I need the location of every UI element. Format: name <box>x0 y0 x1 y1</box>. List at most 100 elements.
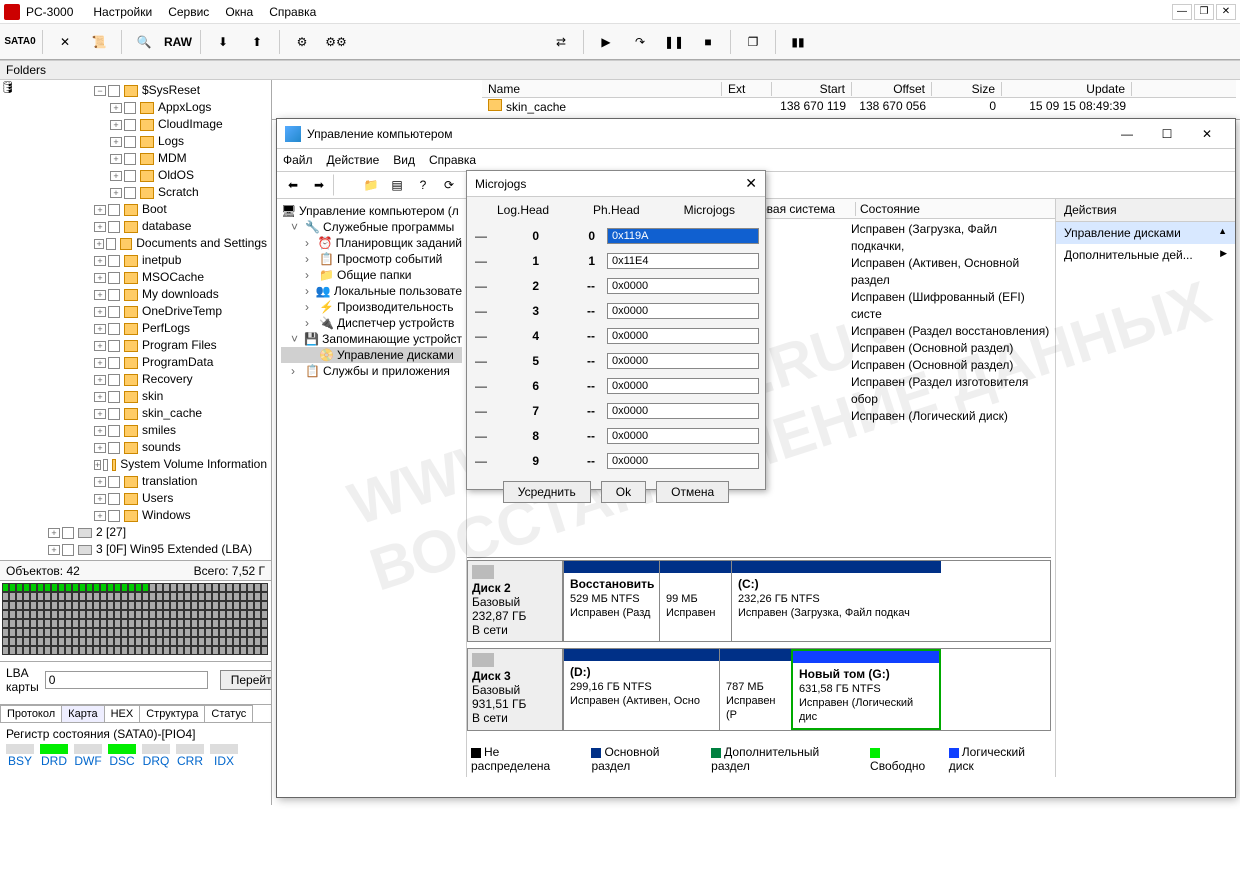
cm-menu-file[interactable]: Файл <box>283 153 313 167</box>
sector-cell[interactable] <box>156 628 163 637</box>
sector-cell[interactable] <box>44 610 51 619</box>
sector-cell[interactable] <box>205 592 212 601</box>
sector-cell[interactable] <box>16 637 23 646</box>
sector-cell[interactable] <box>198 619 205 628</box>
sector-cell[interactable] <box>93 646 100 655</box>
sector-cell[interactable] <box>23 619 30 628</box>
file-row[interactable]: skin_cache 138 670 119 138 670 056 0 15 … <box>482 98 1236 114</box>
sector-cell[interactable] <box>184 628 191 637</box>
microjog-input[interactable] <box>607 403 759 419</box>
expand-icon[interactable]: − <box>94 86 106 96</box>
sector-cell[interactable] <box>261 583 268 592</box>
sector-cell[interactable] <box>16 646 23 655</box>
sector-cell[interactable] <box>86 592 93 601</box>
sector-cell[interactable] <box>261 646 268 655</box>
tab-structure[interactable]: Структура <box>139 705 205 722</box>
microjog-input[interactable] <box>607 278 759 294</box>
cm-title-bar[interactable]: Управление компьютером — ☐ ✕ <box>277 119 1235 149</box>
tab-hex[interactable]: HEX <box>104 705 141 722</box>
tab-map[interactable]: Карта <box>61 705 104 722</box>
sector-cell[interactable] <box>240 583 247 592</box>
sector-cell[interactable] <box>128 583 135 592</box>
sector-cell[interactable] <box>233 583 240 592</box>
sector-cell[interactable] <box>128 601 135 610</box>
cm-menu-view[interactable]: Вид <box>393 153 415 167</box>
sector-cell[interactable] <box>65 619 72 628</box>
volume-state[interactable]: Исправен (Логический диск) <box>851 408 1051 425</box>
sector-cell[interactable] <box>205 601 212 610</box>
sector-cell[interactable] <box>163 637 170 646</box>
microjog-input[interactable] <box>607 428 759 444</box>
sector-cell[interactable] <box>212 610 219 619</box>
sector-cell[interactable] <box>9 619 16 628</box>
volume-state[interactable]: Исправен (Шифрованный (EFI) систе <box>851 289 1051 323</box>
partition[interactable]: Новый том (G:)631,58 ГБ NTFSИсправен (Ло… <box>791 649 941 730</box>
expand-icon[interactable]: + <box>94 375 106 385</box>
sector-cell[interactable] <box>2 583 9 592</box>
sector-cell[interactable] <box>212 619 219 628</box>
sector-cell[interactable] <box>254 619 261 628</box>
sector-cell[interactable] <box>163 628 170 637</box>
expand-icon[interactable]: + <box>94 443 106 453</box>
folder-item[interactable]: Program Files <box>142 337 217 354</box>
disk-item[interactable]: 2 [27] <box>96 524 126 541</box>
menu-help[interactable]: Справка <box>261 5 324 19</box>
sector-cell[interactable] <box>100 619 107 628</box>
folder-item[interactable]: skin_cache <box>142 405 202 422</box>
sector-cell[interactable] <box>212 628 219 637</box>
sector-cell[interactable] <box>240 601 247 610</box>
cm-tree-item[interactable]: Просмотр событий <box>337 252 442 266</box>
sector-cell[interactable] <box>79 646 86 655</box>
sector-cell[interactable] <box>100 637 107 646</box>
sector-cell[interactable] <box>72 619 79 628</box>
sector-cell[interactable] <box>212 583 219 592</box>
disk-label[interactable]: Диск 2Базовый232,87 ГБВ сети <box>467 560 563 642</box>
sector-cell[interactable] <box>121 637 128 646</box>
folder-tb-icon[interactable]: 📁 <box>359 174 383 196</box>
sector-cell[interactable] <box>135 601 142 610</box>
sector-cell[interactable] <box>2 628 9 637</box>
sector-cell[interactable] <box>79 637 86 646</box>
sector-cell[interactable] <box>72 583 79 592</box>
sector-cell[interactable] <box>65 583 72 592</box>
sector-cell[interactable] <box>93 601 100 610</box>
sector-cell[interactable] <box>240 592 247 601</box>
sector-cell[interactable] <box>44 628 51 637</box>
stop-icon[interactable]: ■ <box>692 28 724 56</box>
folder-item[interactable]: Boot <box>142 201 167 218</box>
sata-indicator[interactable]: SATA0 <box>4 28 36 56</box>
expand-icon[interactable]: + <box>94 256 106 266</box>
sector-cell[interactable] <box>135 646 142 655</box>
microjog-input[interactable] <box>607 303 759 319</box>
sector-cell[interactable] <box>142 619 149 628</box>
folder-item[interactable]: database <box>142 218 191 235</box>
cm-minimize[interactable]: — <box>1107 120 1147 148</box>
sector-cell[interactable] <box>170 637 177 646</box>
sector-cell[interactable] <box>261 619 268 628</box>
gears-icon[interactable]: ⚙⚙ <box>320 28 352 56</box>
sector-cell[interactable] <box>9 637 16 646</box>
expand-icon[interactable]: + <box>110 154 122 164</box>
sector-cell[interactable] <box>51 592 58 601</box>
sector-cell[interactable] <box>198 628 205 637</box>
folder-item[interactable]: Documents and Settings <box>136 235 267 252</box>
sector-cell[interactable] <box>198 601 205 610</box>
sector-cell[interactable] <box>135 628 142 637</box>
sector-cell[interactable] <box>233 601 240 610</box>
back-icon[interactable]: ⬅ <box>281 174 305 196</box>
sector-cell[interactable] <box>184 601 191 610</box>
sector-cell[interactable] <box>177 637 184 646</box>
sector-cell[interactable] <box>37 610 44 619</box>
sector-cell[interactable] <box>58 610 65 619</box>
microjog-input[interactable] <box>607 378 759 394</box>
sector-cell[interactable] <box>205 628 212 637</box>
sector-cell[interactable] <box>149 610 156 619</box>
sector-cell[interactable] <box>65 637 72 646</box>
close-button[interactable]: ✕ <box>1216 4 1236 20</box>
sector-cell[interactable] <box>142 583 149 592</box>
sector-cell[interactable] <box>44 637 51 646</box>
expand-icon[interactable]: + <box>94 341 106 351</box>
binoculars-icon[interactable]: 🔍 <box>128 28 160 56</box>
sector-cell[interactable] <box>86 610 93 619</box>
cm-tree-item[interactable]: Планировщик заданий <box>336 236 462 250</box>
